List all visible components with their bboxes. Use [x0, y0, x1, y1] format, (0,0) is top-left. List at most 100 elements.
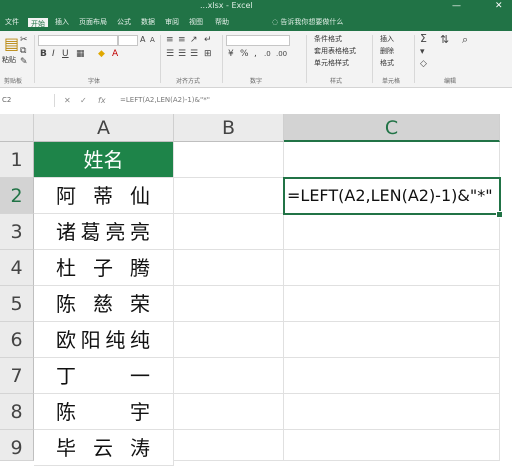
fill-handle[interactable]	[496, 211, 503, 218]
ribbon-separator	[222, 35, 223, 83]
cancel-icon[interactable]: ✕	[64, 94, 71, 107]
number-format-select[interactable]	[226, 35, 290, 46]
tab-data[interactable]: 数据	[138, 16, 158, 29]
tell-me-search[interactable]: ◌ 告诉我你想要做什么	[272, 16, 343, 29]
align-middle-icon[interactable]: ≡	[178, 35, 186, 45]
find-select-icon[interactable]: ⌕	[462, 34, 468, 45]
insert-cells-button[interactable]: 插入	[380, 34, 394, 44]
increase-font-icon[interactable]: A	[140, 35, 145, 45]
paste-icon[interactable]: ▤	[4, 35, 19, 53]
tab-help[interactable]: 帮助	[212, 16, 232, 29]
tell-me-text: 告诉我你想要做什么	[280, 18, 344, 26]
cell-c1[interactable]	[284, 142, 500, 178]
cell-b4[interactable]	[174, 250, 284, 286]
cell-b3[interactable]	[174, 214, 284, 250]
tab-page-layout[interactable]: 页面布局	[76, 16, 110, 29]
row-header-3[interactable]: 3	[0, 214, 34, 250]
autosum-icon[interactable]: Σ	[420, 33, 427, 44]
border-icon[interactable]: ▦	[76, 49, 85, 59]
ribbon-separator	[34, 35, 35, 83]
row-header-5[interactable]: 5	[0, 286, 34, 322]
cell-styles-button[interactable]: 单元格样式	[314, 58, 349, 68]
increase-decimal-icon[interactable]: .0	[264, 49, 271, 59]
styles-group-label: 样式	[330, 78, 343, 85]
close-button[interactable]: ✕	[495, 1, 503, 11]
align-top-icon[interactable]: ≡	[166, 35, 174, 45]
row-header-2[interactable]: 2	[0, 178, 34, 214]
row-header-8[interactable]: 8	[0, 394, 34, 430]
align-right-icon[interactable]: ☰	[190, 49, 198, 59]
cell-a1-header[interactable]: 姓名	[34, 142, 174, 178]
wrap-text-icon[interactable]: ↵	[204, 35, 212, 45]
cell-a7[interactable]: 丁一	[34, 358, 174, 394]
italic-icon[interactable]: I	[52, 49, 55, 59]
tab-review[interactable]: 审阅	[162, 16, 182, 29]
cell-c7[interactable]	[284, 358, 500, 394]
decrease-font-icon[interactable]: A	[150, 35, 155, 45]
insert-function-icon[interactable]: fx	[98, 94, 106, 107]
cell-c5[interactable]	[284, 286, 500, 322]
font-name-select[interactable]	[38, 35, 118, 46]
format-as-table-button[interactable]: 套用表格格式	[314, 46, 356, 56]
row-header-1[interactable]: 1	[0, 142, 34, 178]
name-box[interactable]: C2	[0, 94, 55, 107]
tab-view[interactable]: 视图	[186, 16, 206, 29]
tab-home[interactable]: 开始	[26, 16, 50, 29]
cell-c6[interactable]	[284, 322, 500, 358]
enter-icon[interactable]: ✓	[80, 94, 87, 107]
clear-icon[interactable]: ◇	[420, 59, 427, 69]
cell-a8[interactable]: 陈宇	[34, 394, 174, 430]
cut-icon[interactable]: ✂	[20, 35, 28, 45]
format-painter-icon[interactable]: ✎	[20, 57, 28, 67]
merge-center-icon[interactable]: ⊞	[204, 49, 212, 59]
delete-cells-button[interactable]: 删除	[380, 46, 394, 56]
cell-b8[interactable]	[174, 394, 284, 430]
column-header-a[interactable]: A	[34, 114, 174, 142]
cell-a2[interactable]: 阿蒂仙	[34, 178, 174, 214]
cell-a5[interactable]: 陈慈荣	[34, 286, 174, 322]
underline-icon[interactable]: U	[62, 49, 69, 59]
cell-c4[interactable]	[284, 250, 500, 286]
align-left-icon[interactable]: ☰	[166, 49, 174, 59]
font-size-select[interactable]	[118, 35, 138, 46]
formula-input[interactable]: =LEFT(A2,LEN(A2)-1)&"*"	[120, 94, 210, 107]
align-center-icon[interactable]: ☰	[178, 49, 186, 59]
cell-c8[interactable]	[284, 394, 500, 430]
cell-c3[interactable]	[284, 214, 500, 250]
sort-filter-icon[interactable]: ⇅	[440, 34, 449, 45]
row-header-7[interactable]: 7	[0, 358, 34, 394]
fill-icon[interactable]: ▾	[420, 47, 425, 57]
font-color-icon[interactable]: A	[112, 49, 118, 59]
cell-b5[interactable]	[174, 286, 284, 322]
decrease-decimal-icon[interactable]: .00	[276, 49, 287, 59]
cell-b2[interactable]	[174, 178, 284, 214]
cell-b6[interactable]	[174, 322, 284, 358]
tab-insert[interactable]: 插入	[52, 16, 72, 29]
comma-icon[interactable]: ,	[254, 49, 257, 59]
tab-formulas[interactable]: 公式	[114, 16, 134, 29]
minimize-button[interactable]: —	[452, 1, 461, 11]
currency-icon[interactable]: ¥	[228, 49, 234, 59]
row-header-4[interactable]: 4	[0, 250, 34, 286]
select-all-corner[interactable]	[0, 114, 34, 142]
cell-b7[interactable]	[174, 358, 284, 394]
row-header-6[interactable]: 6	[0, 322, 34, 358]
orientation-icon[interactable]: ↗	[190, 35, 198, 45]
cell-a4[interactable]: 杜子腾	[34, 250, 174, 286]
tab-file[interactable]: 文件	[2, 16, 22, 29]
column-header-c[interactable]: C	[284, 114, 500, 142]
percent-icon[interactable]: %	[240, 49, 249, 59]
cell-b1[interactable]	[174, 142, 284, 178]
cell-a3[interactable]: 诸葛亮亮	[34, 214, 174, 250]
paste-button[interactable]: 粘贴	[2, 55, 16, 65]
cell-b9[interactable]	[174, 430, 284, 461]
conditional-format-button[interactable]: 条件格式	[314, 34, 342, 44]
fill-color-icon[interactable]: ◆	[98, 49, 105, 59]
cell-c9[interactable]	[284, 430, 500, 461]
column-header-b[interactable]: B	[174, 114, 284, 142]
bold-icon[interactable]: B	[40, 49, 47, 59]
format-cells-button[interactable]: 格式	[380, 58, 394, 68]
copy-icon[interactable]: ⧉	[20, 46, 26, 56]
row-header-9[interactable]: 9	[0, 430, 34, 461]
cell-a6[interactable]: 欧阳纯纯	[34, 322, 174, 358]
